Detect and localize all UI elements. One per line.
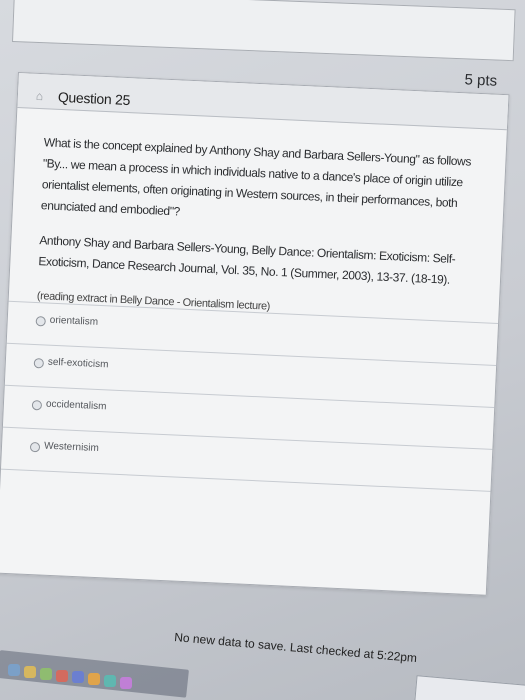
previous-question-card bbox=[12, 0, 516, 62]
answer-list: orientalism self-exoticism occidentalism… bbox=[0, 300, 499, 492]
bottom-field[interactable] bbox=[413, 675, 525, 700]
app-icon[interactable] bbox=[120, 677, 132, 689]
radio-icon[interactable] bbox=[29, 441, 41, 453]
radio-icon[interactable] bbox=[31, 399, 43, 411]
app-icon[interactable] bbox=[72, 671, 84, 683]
app-icon[interactable] bbox=[104, 675, 116, 687]
answer-label[interactable]: orientalism bbox=[50, 315, 99, 328]
dock bbox=[0, 640, 200, 700]
question-card: ⌂ Question 25 5 pts What is the concept … bbox=[0, 71, 510, 596]
question-citation: Anthony Shay and Barbara Sellers-Young, … bbox=[38, 233, 456, 287]
answer-label[interactable]: occidentalism bbox=[46, 399, 107, 413]
question-title: Question 25 bbox=[57, 88, 131, 109]
screen: ⌂ Question 25 5 pts What is the concept … bbox=[0, 0, 525, 700]
question-prompt: What is the concept explained by Anthony… bbox=[40, 135, 472, 219]
app-icon[interactable] bbox=[56, 670, 68, 682]
flag-icon[interactable]: ⌂ bbox=[36, 89, 44, 103]
question-points: 5 pts bbox=[464, 71, 498, 90]
radio-icon[interactable] bbox=[33, 358, 45, 369]
answer-label[interactable]: Westernisim bbox=[44, 441, 99, 454]
app-icon[interactable] bbox=[8, 664, 20, 676]
question-header: ⌂ Question 25 5 pts bbox=[17, 71, 509, 131]
app-icon[interactable] bbox=[24, 666, 36, 678]
radio-icon[interactable] bbox=[35, 316, 46, 327]
answer-label[interactable]: self-exoticism bbox=[48, 357, 109, 371]
save-status: No new data to save. Last checked at 5:2… bbox=[173, 630, 418, 666]
app-icon[interactable] bbox=[40, 668, 52, 680]
app-icon[interactable] bbox=[88, 673, 100, 685]
